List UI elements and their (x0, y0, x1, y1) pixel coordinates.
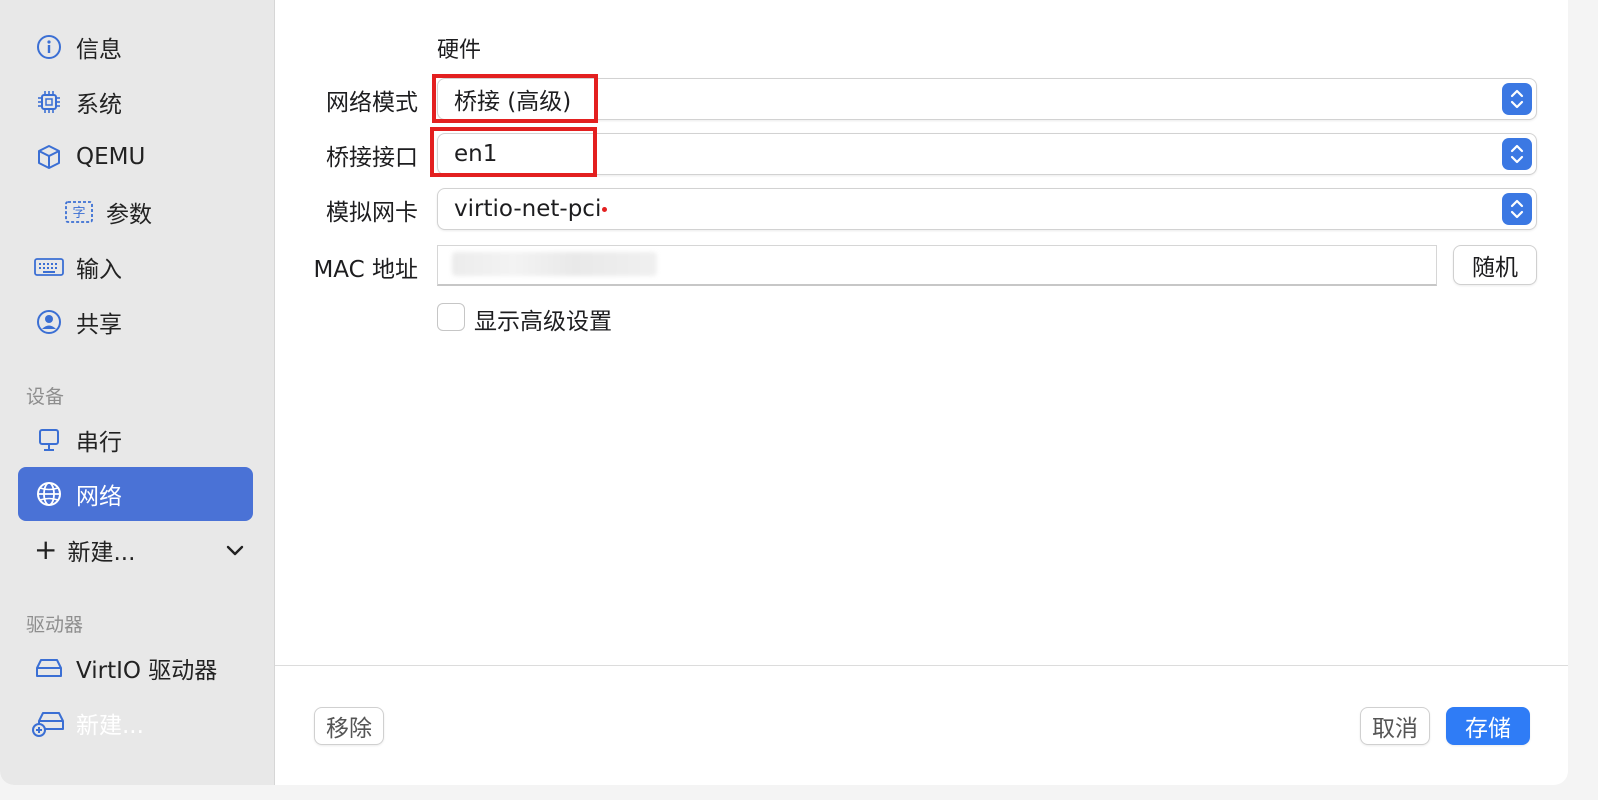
section-header-drives: 驱动器 (26, 614, 84, 636)
settings-window: 信息 系统 QEMU 字 参数 输入 共享 设备 串行 网络 + 新建... 驱… (0, 0, 1568, 785)
updown-chevron-icon (1502, 193, 1532, 225)
network-mode-label: 网络模式 (326, 90, 418, 116)
sidebar-item-label: 网络 (76, 484, 122, 510)
updown-chevron-icon (1502, 138, 1532, 170)
sidebar-item-serial[interactable]: 串行 (18, 413, 253, 467)
svg-text:字: 字 (72, 206, 85, 221)
random-mac-button[interactable]: 随机 (1453, 245, 1537, 285)
sidebar-item-label: 串行 (76, 430, 122, 456)
mac-address-field[interactable] (437, 245, 1437, 286)
cancel-button[interactable]: 取消 (1360, 707, 1430, 745)
emulated-nic-value: virtio-net-pci (454, 196, 602, 222)
annotation-highlight-box (432, 74, 598, 123)
sidebar-item-label: QEMU (76, 144, 146, 170)
sidebar-item-info[interactable]: 信息 (18, 20, 253, 74)
sidebar-item-label: 系统 (76, 92, 122, 118)
annotation-dot (602, 207, 607, 212)
new-device-label: 新建... (67, 540, 136, 566)
sidebar-item-label: VirtIO 驱动器 (76, 658, 218, 684)
remove-button[interactable]: 移除 (314, 707, 384, 745)
sidebar-item-qemu[interactable]: QEMU (18, 130, 253, 184)
sidebar-item-label: 参数 (106, 202, 152, 228)
sidebar-item-virtio-drive[interactable]: VirtIO 驱动器 (18, 641, 253, 695)
text-char-icon: 字 (62, 195, 96, 229)
sidebar-item-system[interactable]: 系统 (18, 75, 253, 129)
save-button[interactable]: 存储 (1446, 707, 1530, 745)
sidebar-item-new-drive[interactable]: 新建... (18, 696, 253, 750)
section-title-hardware: 硬件 (437, 38, 482, 63)
globe-icon (32, 477, 66, 511)
person-icon (32, 305, 66, 339)
section-header-devices: 设备 (26, 386, 65, 408)
sidebar: 信息 系统 QEMU 字 参数 输入 共享 设备 串行 网络 + 新建... 驱… (0, 0, 275, 785)
network-mode-select[interactable]: 桥接 (高级) (437, 78, 1537, 120)
keyboard-icon (32, 250, 66, 284)
bridge-interface-label: 桥接接口 (326, 145, 418, 171)
sidebar-item-label: 新建... (76, 713, 144, 739)
mac-address-label: MAC 地址 (313, 257, 418, 283)
sidebar-item-input[interactable]: 输入 (18, 240, 253, 294)
sidebar-item-label: 输入 (76, 257, 122, 283)
info-icon (32, 30, 66, 64)
cpu-icon (32, 85, 66, 119)
show-advanced-label: 显示高级设置 (474, 309, 612, 335)
sidebar-item-network[interactable]: 网络 (18, 467, 253, 521)
bridge-interface-select[interactable]: en1 (437, 133, 1537, 175)
sidebar-item-label: 共享 (76, 312, 122, 338)
mac-address-redacted (452, 252, 657, 276)
sidebar-item-arguments[interactable]: 字 参数 (18, 185, 253, 239)
cube-icon (32, 140, 66, 174)
plus-icon: + (34, 533, 58, 566)
main-panel: 硬件 网络模式 桥接 (高级) 桥接接口 en1 模拟网卡 virtio-net… (275, 0, 1568, 785)
footer-divider (275, 665, 1568, 666)
show-advanced-checkbox[interactable] (437, 303, 465, 331)
drive-icon (32, 651, 66, 685)
sidebar-item-label: 信息 (76, 37, 122, 63)
sidebar-item-sharing[interactable]: 共享 (18, 295, 253, 349)
chevron-down-icon[interactable] (226, 537, 244, 563)
annotation-highlight-box (430, 127, 597, 177)
monitor-icon (32, 423, 66, 457)
drive-add-icon (32, 706, 66, 740)
new-device-button[interactable]: + 新建... (34, 530, 244, 570)
emulated-nic-label: 模拟网卡 (326, 200, 418, 226)
updown-chevron-icon (1502, 83, 1532, 115)
